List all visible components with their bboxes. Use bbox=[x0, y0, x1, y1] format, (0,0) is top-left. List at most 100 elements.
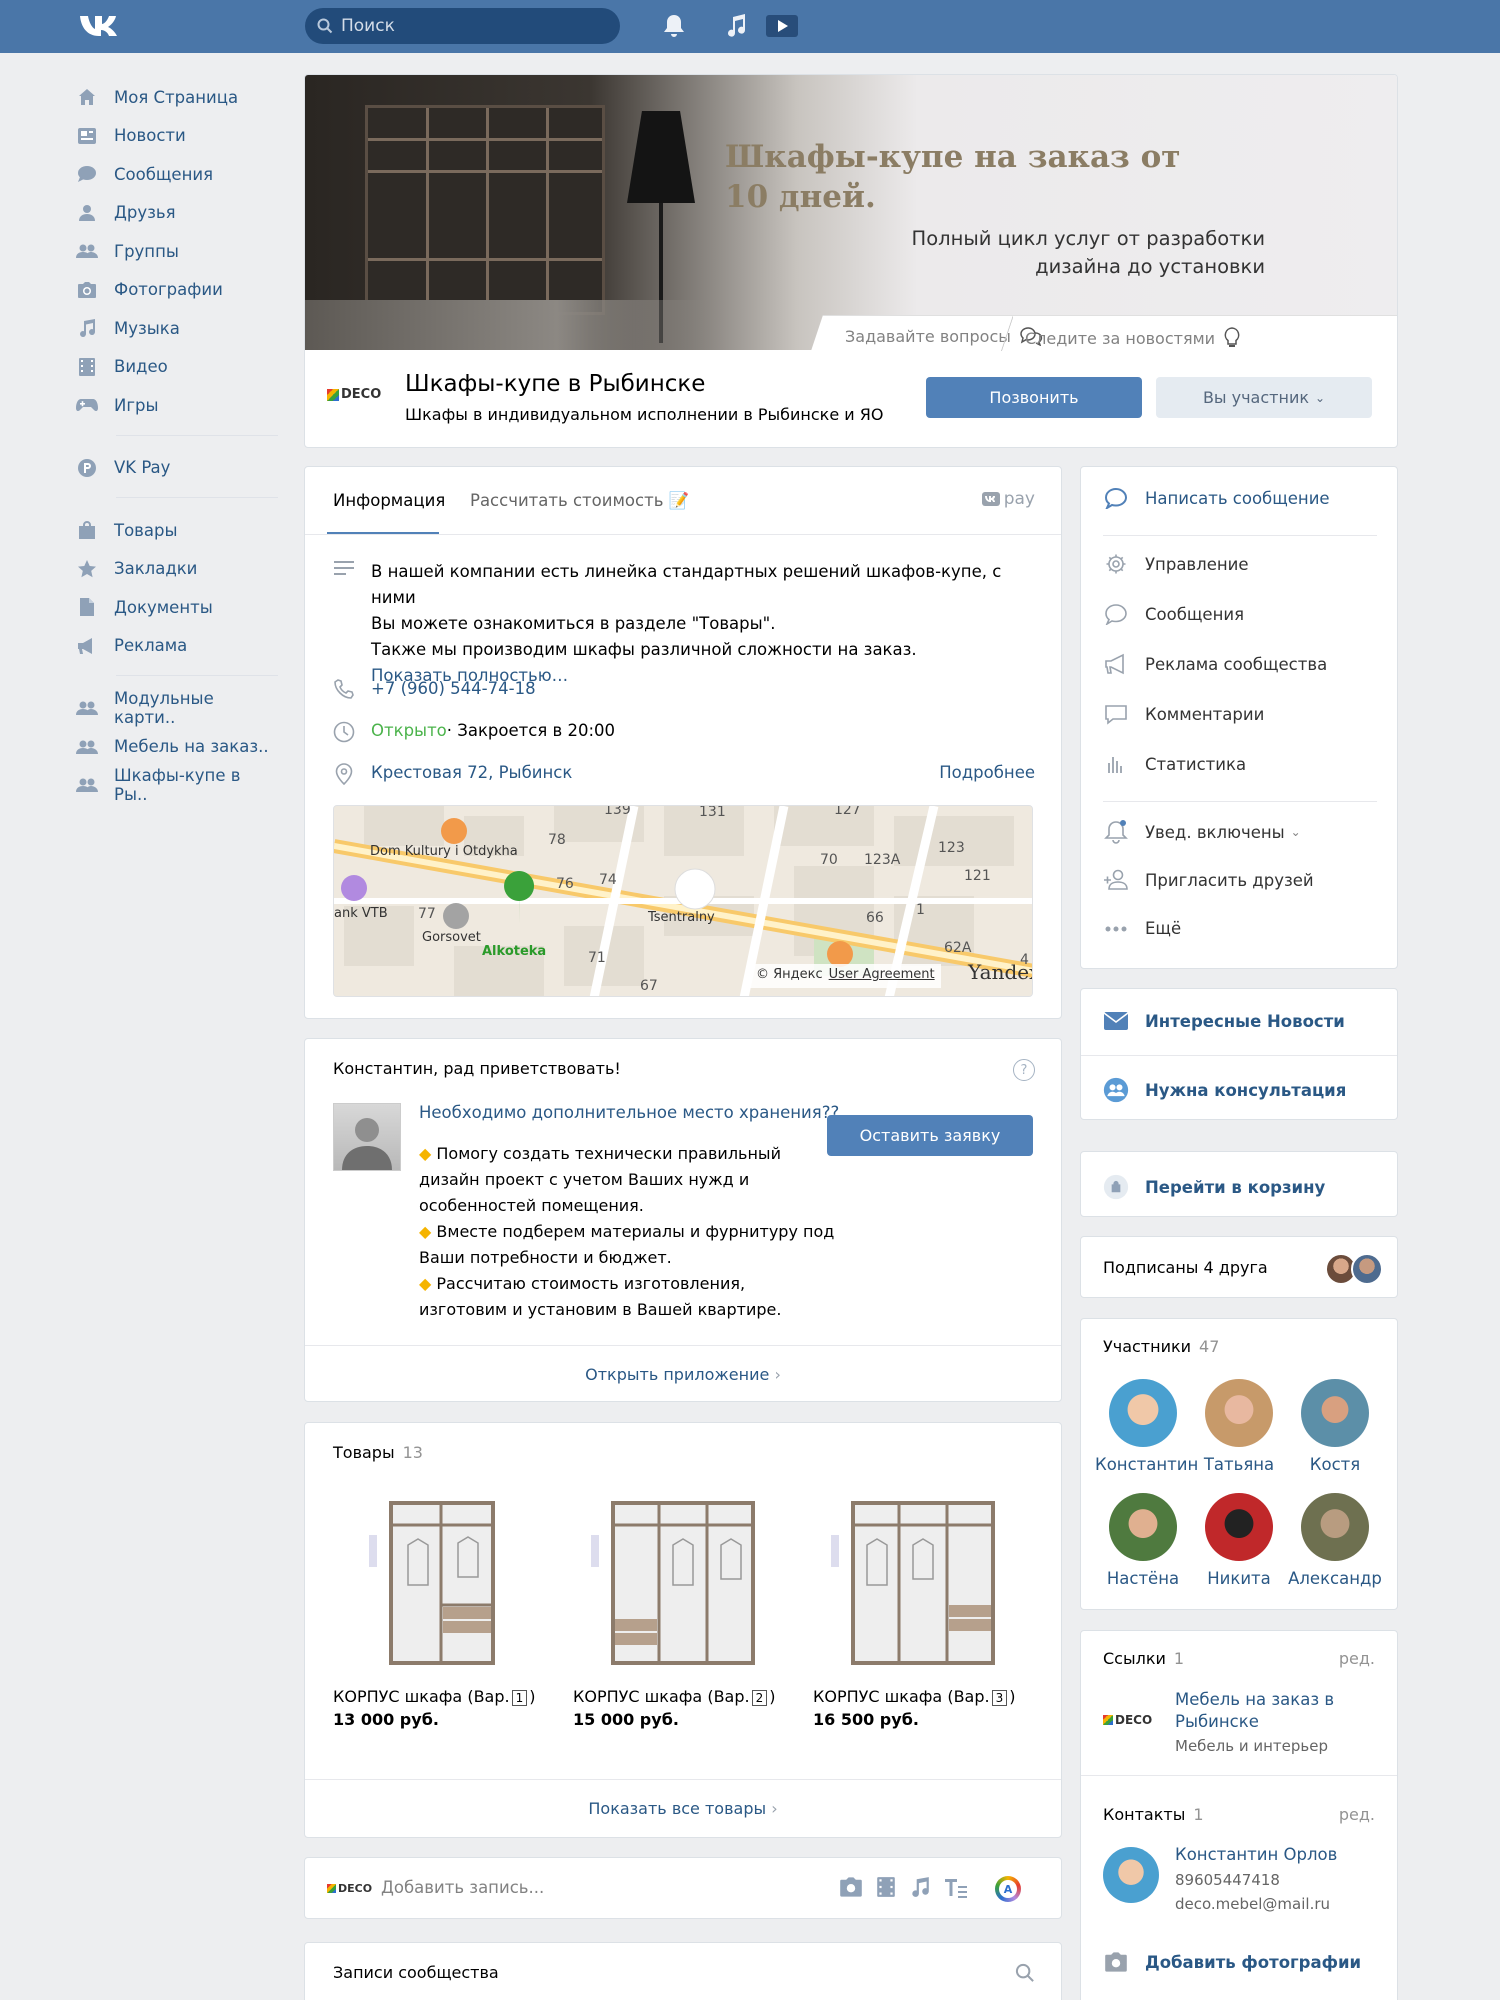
search-input[interactable]: Поиск bbox=[305, 8, 620, 44]
member-item[interactable]: Костя bbox=[1287, 1379, 1383, 1474]
statistics-item[interactable]: Статистика bbox=[1103, 753, 1246, 775]
search-icon bbox=[317, 18, 333, 34]
nav-item-group-2[interactable]: Мебель на заказ.. bbox=[76, 728, 276, 767]
add-photos-link[interactable]: Добавить фотографии bbox=[1103, 1951, 1361, 1973]
manage-item[interactable]: Управление bbox=[1103, 553, 1249, 575]
contact-phone: 89605447418 bbox=[1175, 1871, 1280, 1889]
goods-header[interactable]: Товары 13 bbox=[333, 1443, 423, 1462]
tab-info[interactable]: Информация bbox=[333, 491, 445, 510]
map-number: 77 bbox=[418, 906, 436, 922]
menu-label: Нужна консультация bbox=[1145, 1080, 1347, 1100]
product-card[interactable]: КОРПУС шкафа (Вар. 3) 16 500 руб. bbox=[813, 1495, 1033, 1729]
nav-item-market[interactable]: Товары bbox=[76, 511, 276, 550]
divider bbox=[305, 1345, 1061, 1346]
member-item[interactable]: Александр bbox=[1287, 1493, 1383, 1588]
nav-item-friends[interactable]: Друзья bbox=[76, 194, 276, 233]
nav-item-video[interactable]: Видео bbox=[76, 348, 276, 387]
map-agreement-link[interactable]: User Agreement bbox=[829, 967, 935, 985]
address-link[interactable]: Крестовая 72, Рыбинск bbox=[371, 763, 572, 782]
lamp-shape bbox=[627, 111, 695, 203]
avatar bbox=[1301, 1379, 1369, 1447]
search-icon[interactable] bbox=[1015, 1963, 1035, 1987]
hours-row: Открыто · Закроется в 20:00 bbox=[331, 721, 615, 743]
invite-friends-item[interactable]: Пригласить друзей bbox=[1103, 869, 1314, 891]
cover-tab-questions[interactable]: Задавайте вопросы bbox=[845, 326, 1043, 346]
go-to-cart-link[interactable]: Перейти в корзину bbox=[1103, 1172, 1325, 1202]
location-map[interactable]: Dom Kultury i Otdykha ank VTB Gorsovet A… bbox=[333, 805, 1033, 997]
tab-calc[interactable]: Рассчитать стоимость 📝 bbox=[470, 491, 689, 511]
product-price: 16 500 руб. bbox=[813, 1710, 919, 1729]
show-all-goods-link[interactable]: Показать все товары › bbox=[305, 1799, 1061, 1818]
edit-contacts-button[interactable]: ред. bbox=[1339, 1805, 1375, 1824]
links-header[interactable]: Ссылки 1 bbox=[1103, 1649, 1184, 1668]
community-ads-item[interactable]: Реклама сообщества bbox=[1103, 653, 1327, 675]
play-icon[interactable] bbox=[765, 13, 799, 43]
members-header[interactable]: Участники 47 bbox=[1103, 1337, 1219, 1356]
more-item[interactable]: Ещё bbox=[1103, 919, 1181, 938]
post-input[interactable]: Добавить запись... bbox=[381, 1878, 544, 1897]
contact-name[interactable]: Константин Орлов bbox=[1175, 1845, 1337, 1864]
open-app-link[interactable]: Открыть приложение › bbox=[305, 1365, 1061, 1384]
phone-link[interactable]: +7 (960) 544-74-18 bbox=[371, 679, 536, 698]
nav-item-messages[interactable]: Сообщения bbox=[76, 155, 276, 194]
product-image bbox=[813, 1495, 1033, 1671]
nav-item-group-1[interactable]: Модульные карти.. bbox=[76, 689, 276, 728]
member-item[interactable]: Никита bbox=[1191, 1493, 1287, 1588]
welcome-headline[interactable]: Необходимо дополнительное место хранения… bbox=[419, 1103, 839, 1122]
nav-item-news[interactable]: Новости bbox=[76, 117, 276, 156]
vk-logo[interactable] bbox=[78, 12, 124, 40]
contacts-header[interactable]: Контакты 1 bbox=[1103, 1805, 1204, 1824]
megaphone-icon bbox=[1103, 653, 1129, 675]
product-card[interactable]: КОРПУС шкафа (Вар. 1) 13 000 руб. bbox=[333, 1495, 553, 1729]
comments-item[interactable]: Комментарии bbox=[1103, 703, 1264, 725]
groups-icon bbox=[76, 240, 98, 262]
product-card[interactable]: КОРПУС шкафа (Вар. 2) 15 000 руб. bbox=[573, 1495, 793, 1729]
nav-item-music[interactable]: Музыка bbox=[76, 309, 276, 348]
call-button[interactable]: Позвонить bbox=[926, 377, 1142, 418]
poster-icon[interactable]: A bbox=[995, 1876, 1021, 1902]
nav-label: Моя Страница bbox=[114, 87, 239, 107]
music-icon[interactable] bbox=[724, 13, 748, 43]
video-icon[interactable] bbox=[875, 1876, 897, 1902]
member-item[interactable]: Татьяна bbox=[1191, 1379, 1287, 1474]
nav-item-photos[interactable]: Фотографии bbox=[76, 271, 276, 310]
vkpay-badge[interactable]: pay bbox=[981, 489, 1035, 509]
bullet-line: особенностей помещения. bbox=[419, 1196, 644, 1215]
bell-icon[interactable] bbox=[662, 13, 686, 43]
help-icon[interactable]: ? bbox=[1013, 1059, 1035, 1081]
text-format-icon[interactable] bbox=[943, 1876, 969, 1902]
music-icon[interactable] bbox=[909, 1876, 931, 1902]
cover-tab-news[interactable]: Следите за новостями bbox=[1025, 326, 1241, 350]
nav-item-documents[interactable]: Документы bbox=[76, 588, 276, 627]
member-item[interactable]: Настёна bbox=[1095, 1493, 1191, 1588]
menu-label: Статистика bbox=[1145, 754, 1247, 774]
welcome-greeting: Константин, рад приветствовать! bbox=[333, 1059, 621, 1078]
friends-subscribed-card[interactable]: Подписаны 4 друга bbox=[1080, 1236, 1398, 1298]
write-message-button[interactable]: Написать сообщение bbox=[1103, 487, 1330, 509]
group-logo[interactable]: DECO bbox=[327, 387, 381, 402]
nav-item-group-3[interactable]: Шкафы-купе в Ры.. bbox=[76, 766, 276, 805]
request-button[interactable]: Оставить заявку bbox=[827, 1115, 1033, 1156]
wall-title: Записи сообщества bbox=[333, 1963, 499, 1982]
nav-item-groups[interactable]: Группы bbox=[76, 232, 276, 271]
nav-item-ads[interactable]: Реклама bbox=[76, 627, 276, 666]
messages-item[interactable]: Сообщения bbox=[1103, 603, 1244, 625]
nav-item-my-page[interactable]: Моя Страница bbox=[76, 78, 276, 117]
details-link[interactable]: Подробнее bbox=[939, 763, 1035, 782]
divider bbox=[1103, 801, 1377, 802]
nav-item-games[interactable]: Игры bbox=[76, 386, 276, 425]
nav-item-bookmarks[interactable]: Закладки bbox=[76, 550, 276, 589]
edit-links-button[interactable]: ред. bbox=[1339, 1649, 1375, 1668]
nav-item-vkpay[interactable]: VK Pay bbox=[76, 449, 276, 488]
link-title[interactable]: Мебель на заказ в Рыбинске bbox=[1175, 1689, 1334, 1733]
interesting-news-link[interactable]: Интересные Новости bbox=[1103, 1011, 1345, 1031]
member-name: Константин bbox=[1095, 1455, 1199, 1474]
divider bbox=[1103, 535, 1377, 536]
camera-icon[interactable] bbox=[839, 1876, 863, 1902]
member-item[interactable]: Константин bbox=[1095, 1379, 1198, 1474]
avatar bbox=[1103, 1847, 1159, 1903]
member-button[interactable]: Вы участник ⌄ bbox=[1156, 377, 1372, 418]
notifications-toggle[interactable]: Увед. включены ⌄ bbox=[1103, 819, 1301, 845]
consultation-link[interactable]: Нужна консультация bbox=[1103, 1075, 1346, 1105]
link-subtitle: Мебель и интерьер bbox=[1175, 1737, 1328, 1755]
